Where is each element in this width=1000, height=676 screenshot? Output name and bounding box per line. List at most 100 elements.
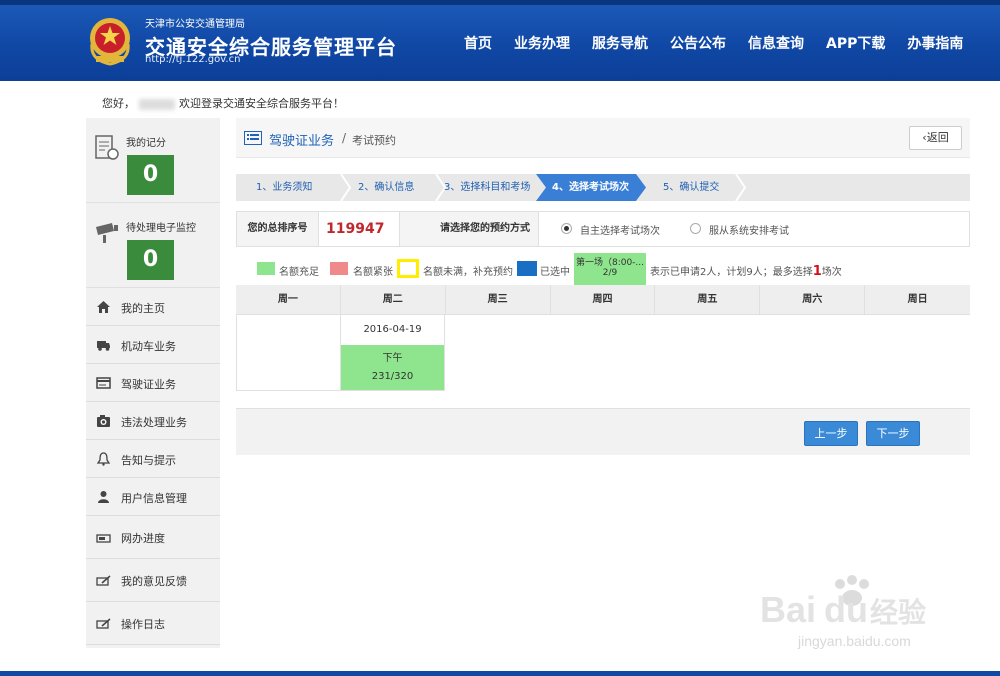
step-progress: 1、业务须知 2、确认信息 3、选择科目和考场 4、选择考试场次 5、确认提交	[236, 174, 970, 201]
sidebar-item-violation[interactable]: 违法处理业务	[86, 402, 220, 440]
legend-swatch-unfilled	[397, 259, 419, 278]
radio-self-select-label[interactable]: 自主选择考试场次	[580, 222, 660, 237]
surveillance-camera-icon	[96, 223, 118, 243]
sidebar-item-notice[interactable]: 告知与提示	[86, 440, 220, 478]
mode-label: 请选择您的预约方式	[399, 212, 539, 246]
next-step-button[interactable]: 下一步	[866, 421, 920, 446]
legend-swatch-sufficient	[257, 262, 275, 275]
weekday-tue: 周二	[341, 285, 446, 314]
sidebar-item-progress[interactable]: 网办进度	[86, 516, 220, 559]
score-label: 我的记分	[126, 138, 166, 149]
calendar-date: 2016-04-19	[363, 324, 422, 335]
legend-sufficient: 名额充足	[279, 267, 319, 278]
weekday-sun: 周日	[907, 294, 928, 305]
sidebar: 我的记分 0 待处理电子监控 0 我的主页 机动车业务 驾驶证业务 违法处理业务…	[86, 118, 220, 648]
main-nav: 首页 业务办理 服务导航 公告公布 信息查询 APP下载 办事指南	[464, 33, 985, 53]
step-2: 2、确认信息	[358, 182, 415, 193]
camera-icon	[97, 415, 110, 427]
nav-home[interactable]: 首页	[464, 33, 492, 53]
legend-unfilled: 名额未满，补充预约	[423, 267, 513, 278]
nav-info-query[interactable]: 信息查询	[748, 33, 804, 53]
legend-note-prefix: 表示已申请2人，计划9人；最多选择	[650, 267, 813, 278]
sidebar-item-label: 驾驶证业务	[121, 378, 176, 391]
nav-business[interactable]: 业务办理	[514, 33, 570, 53]
sidebar-item-license[interactable]: 驾驶证业务	[86, 364, 220, 402]
truck-icon	[97, 341, 110, 351]
legend: 名额充足 名额紧张 名额未满，补充预约 已选中 第一场（8:00-... 2/9…	[236, 253, 970, 285]
sidebar-item-label: 告知与提示	[121, 454, 176, 467]
legend-tight: 名额紧张	[353, 267, 393, 278]
sidebar-item-user-info[interactable]: 用户信息管理	[86, 478, 220, 516]
baidu-jingyan-watermark: Bai du 经验 jingyan.baidu.com	[760, 575, 926, 649]
sidebar-item-vehicle[interactable]: 机动车业务	[86, 326, 220, 364]
legend-swatch-tight	[330, 262, 348, 275]
weekday-fri: 周五	[655, 285, 761, 314]
action-bar: 上一步 下一步	[236, 408, 970, 455]
step-4-active: 4、选择考试场次	[552, 182, 629, 193]
top-strip	[0, 0, 1000, 5]
nav-service-guide[interactable]: 服务导航	[592, 33, 648, 53]
score-panel[interactable]: 我的记分 0	[86, 118, 220, 203]
back-button[interactable]: ‹返回	[909, 126, 962, 150]
log-icon	[96, 618, 111, 629]
breadcrumb: 驾驶证业务 / 考试预约 ‹返回	[236, 118, 970, 158]
legend-sample-slot: 第一场（8:00-... 2/9	[574, 253, 646, 285]
legend-selected: 已选中	[540, 267, 570, 278]
radio-system-assign-label[interactable]: 服从系统安排考试	[709, 222, 789, 237]
exam-slot-count: 231/320	[371, 371, 414, 382]
exam-calendar: 周一 周二 周三 周四 周五 周六 周日 2016-04-19 下午 231/3…	[236, 285, 970, 391]
svg-text:jingyan.baidu.com: jingyan.baidu.com	[797, 633, 911, 649]
score-value: 0	[127, 155, 174, 195]
welcome-suffix: 欢迎登录交通安全综合服务平台！	[179, 97, 344, 110]
footer-line	[0, 671, 1000, 676]
prev-step-button[interactable]: 上一步	[804, 421, 858, 446]
nav-app-download[interactable]: APP下载	[826, 33, 885, 53]
reservation-info-row: 您的总排序号 119947 请选择您的预约方式 自主选择考试场次 服从系统安排考…	[236, 211, 970, 247]
calendar-cell-empty	[236, 315, 341, 391]
legend-swatch-selected	[517, 261, 537, 276]
nav-guide[interactable]: 办事指南	[907, 33, 963, 53]
sidebar-item-feedback[interactable]: 我的意见反馈	[86, 559, 220, 602]
sidebar-item-label: 我的主页	[121, 302, 165, 315]
card-icon	[96, 377, 111, 389]
rank-label: 您的总排序号	[237, 212, 319, 246]
weekday-sat: 周六	[760, 285, 866, 314]
site-header: 天津市公安交通管理局 交通安全综合服务管理平台 http://tj.122.go…	[0, 0, 1000, 81]
radio-system-assign[interactable]	[690, 223, 701, 234]
score-document-icon	[95, 135, 119, 160]
legend-note-number: 1	[812, 264, 822, 279]
monitor-panel[interactable]: 待处理电子监控 0	[86, 203, 220, 288]
sidebar-item-label: 机动车业务	[121, 340, 176, 353]
back-button-label: 返回	[926, 131, 949, 144]
main-content: 驾驶证业务 / 考试预约 ‹返回 1、业务须知 2、确认信息 3、选择科目和考场…	[236, 118, 970, 455]
sidebar-item-label: 操作日志	[121, 618, 165, 631]
sidebar-item-label: 我的意见反馈	[121, 575, 187, 588]
user-icon	[98, 491, 109, 503]
welcome-message: 您好， 欢迎登录交通安全综合服务平台！	[102, 95, 344, 111]
breadcrumb-section[interactable]: 驾驶证业务	[269, 130, 334, 149]
rank-value: 119947	[326, 221, 385, 237]
weekday-mon: 周一	[236, 285, 341, 314]
feedback-icon	[96, 575, 111, 586]
radio-self-select[interactable]	[561, 223, 572, 234]
svg-text:经验: 经验	[870, 596, 926, 629]
calendar-body: 2016-04-19 下午 231/320	[236, 315, 970, 391]
org-name: 天津市公安交通管理局	[145, 19, 245, 30]
sidebar-item-home[interactable]: 我的主页	[86, 288, 220, 326]
sidebar-item-label: 违法处理业务	[121, 416, 187, 429]
step-5: 5、确认提交	[663, 182, 720, 193]
step-1: 1、业务须知	[256, 182, 313, 193]
nav-announcements[interactable]: 公告公布	[670, 33, 726, 53]
police-emblem-icon	[90, 18, 130, 66]
exam-slot-afternoon[interactable]: 下午 231/320	[341, 345, 444, 390]
home-icon	[97, 301, 110, 313]
site-url: http://tj.122.gov.cn	[145, 54, 241, 65]
step-3: 3、选择科目和考场	[444, 182, 531, 193]
sample-slot-name: 第一场（8:00-...	[575, 258, 645, 268]
monitor-label: 待处理电子监控	[126, 223, 196, 234]
breadcrumb-separator: /	[342, 131, 347, 145]
monitor-value: 0	[127, 240, 174, 280]
sidebar-item-log[interactable]: 操作日志	[86, 602, 220, 645]
svg-text:du: du	[824, 589, 868, 630]
list-card-icon	[244, 131, 262, 145]
